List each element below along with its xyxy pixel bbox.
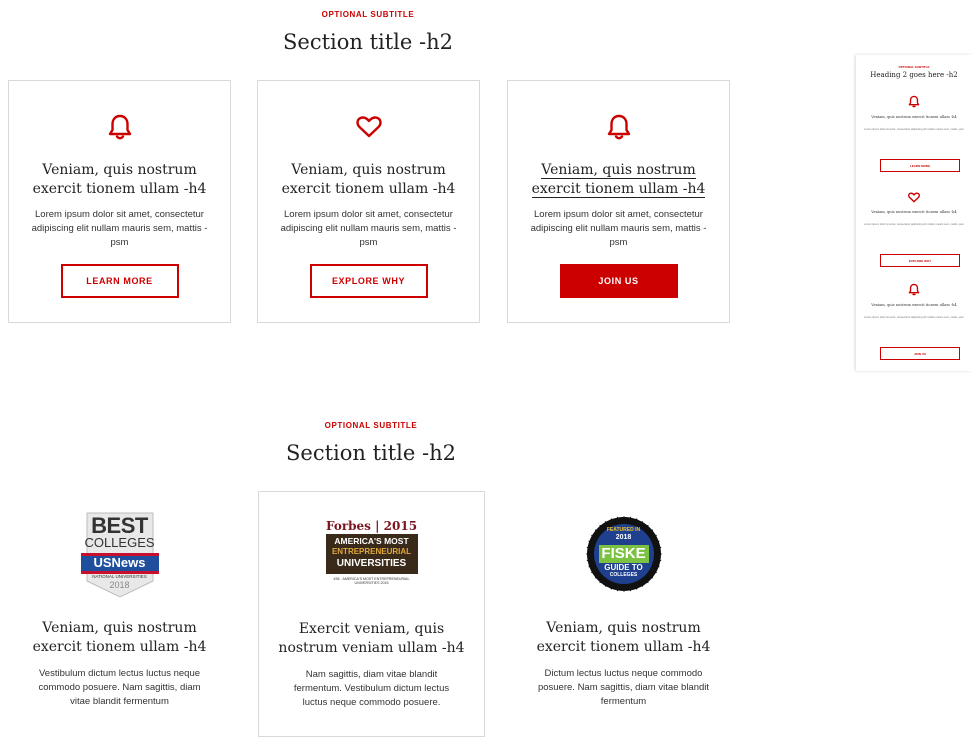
award-card-us-news: BEST COLLEGES USNews NATIONAL UNIVERSITI… [8, 491, 231, 737]
logo-text: COLLEGES [84, 535, 155, 550]
mobile-subtitle: OPTIONAL SUBTITLE [898, 65, 930, 69]
mobile-item-heading: Veniam, quis nostrum exercit tionem ulla… [871, 115, 957, 119]
learn-more-button[interactable]: LEARN MORE [60, 264, 179, 298]
logo-text: #36 · AMERICA'S MOST ENTREPRENEURIAL UNI… [333, 577, 410, 585]
fiske-guide-seal-logo: FEATURED IN 2018 FISKE GUIDE TO COLLEGES [585, 515, 663, 593]
card-body: Dictum lectus luctus neque commodo posue… [537, 668, 710, 707]
logo-text: ENTREPRENEURIAL [331, 547, 412, 556]
bell-icon [606, 113, 632, 146]
section-1-title: Section title -h2 [283, 30, 453, 54]
bell-icon [908, 95, 920, 113]
award-card-fiske: FEATURED IN 2018 FISKE GUIDE TO COLLEGES… [512, 491, 735, 737]
logo-text: COLLEGES [609, 572, 638, 578]
card-body: Lorem ipsum dolor sit amet, consectetur … [31, 209, 208, 248]
bell-icon [908, 283, 920, 301]
join-us-button[interactable]: JOIN US [559, 264, 678, 298]
feature-card-learn-more: Veniam, quis nostrum exercit tionem ulla… [8, 80, 231, 323]
logo-text: UNIVERSITIES [336, 558, 407, 569]
card-heading: Exercit veniam, quis nostrum veniam ulla… [278, 621, 465, 656]
card-body: Nam sagittis, diam vitae blandit ferment… [293, 669, 450, 708]
card-heading: Veniam, quis nostrum exercit tionem ulla… [536, 620, 711, 655]
card-heading-link[interactable]: Veniam, quis nostrum exercit tionem ulla… [518, 161, 719, 199]
mobile-item-body: Lorem ipsum dolor sit amet, consectetur … [864, 223, 964, 226]
feature-card-explore-why: Veniam, quis nostrum exercit tionem ulla… [257, 80, 480, 323]
award-card-forbes: Forbes | 2015 AMERICA'S MOST ENTREPRENEU… [258, 491, 485, 737]
logo-text: NATIONAL UNIVERSITIES [92, 574, 147, 579]
card-body: Lorem ipsum dolor sit amet, consectetur … [280, 209, 457, 248]
logo-text: AMERICA'S MOST [334, 536, 409, 546]
heart-icon [908, 190, 921, 208]
us-news-best-colleges-logo: BEST COLLEGES USNews NATIONAL UNIVERSITI… [79, 511, 161, 599]
card-body: Lorem ipsum dolor sit amet, consectetur … [530, 209, 707, 248]
mobile-preview: OPTIONAL SUBTITLE Heading 2 goes here -h… [856, 55, 972, 371]
card-heading: Veniam, quis nostrum exercit tionem ulla… [32, 620, 207, 655]
mobile-item-body: Lorem ipsum dolor sit amet, consectetur … [864, 316, 964, 319]
logo-text: FISKE [601, 545, 646, 562]
mobile-join-us-button[interactable]: JOIN US [880, 347, 960, 360]
mobile-item-heading: Veniam, quis nostrum exercit tionem ulla… [871, 210, 957, 214]
logo-text: 2018 [109, 580, 130, 590]
mobile-item-body: Lorem ipsum dolor sit amet, consectetur … [864, 128, 964, 131]
mobile-title: Heading 2 goes here -h2 [870, 71, 958, 79]
logo-text: Forbes | 2015 [325, 519, 418, 533]
section-1-subtitle: OPTIONAL SUBTITLE [321, 10, 415, 19]
mobile-explore-why-button[interactable]: EXPLORE WHY [880, 254, 960, 267]
logo-text: FEATURED IN [606, 527, 641, 533]
logo-text: 2018 [615, 534, 632, 541]
mobile-learn-more-button[interactable]: LEARN MORE [880, 159, 960, 172]
logo-text: GUIDE TO [604, 563, 643, 572]
feature-card-join-us: Veniam, quis nostrum exercit tionem ulla… [507, 80, 730, 323]
logo-text: USNews [93, 555, 146, 570]
explore-why-button[interactable]: EXPLORE WHY [309, 264, 428, 298]
card-heading: Veniam, quis nostrum exercit tionem ulla… [281, 162, 456, 197]
forbes-entrepreneurial-logo: Forbes | 2015 AMERICA'S MOST ENTREPRENEU… [325, 519, 418, 589]
heart-icon [355, 115, 383, 144]
card-body: Vestibulum dictum lectus luctus neque co… [38, 668, 201, 707]
section-2-subtitle: OPTIONAL SUBTITLE [324, 421, 418, 430]
bell-icon [107, 113, 133, 146]
mobile-item-heading: Veniam, quis nostrum exercit tionem ulla… [871, 303, 957, 307]
card-heading: Veniam, quis nostrum exercit tionem ulla… [32, 162, 207, 197]
section-2-title: Section title -h2 [286, 441, 456, 465]
